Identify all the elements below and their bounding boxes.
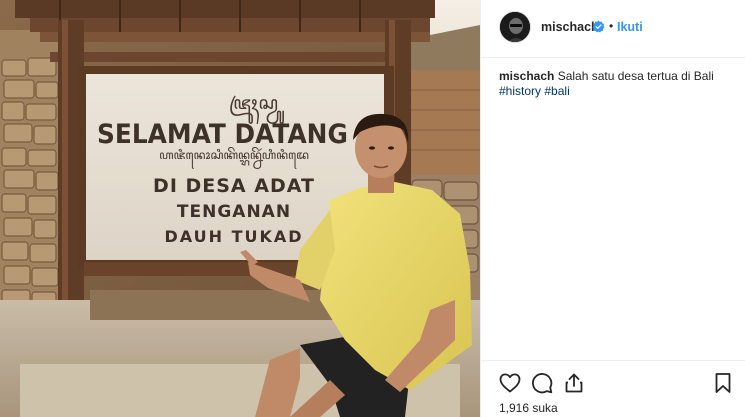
follow-button[interactable]: Ikuti <box>617 20 643 34</box>
post-side-panel: mischach • Ikuti mischach Salah satu des… <box>480 0 745 417</box>
avatar-image <box>500 12 530 42</box>
sign-line-dauh-tukad: DAUH TUKAD <box>164 227 304 246</box>
hashtag-history[interactable]: #history <box>499 84 541 98</box>
welcome-sign: ꦗꦿꦸꦃꦱ꧀ꦮꦸ SELAMAT DATANG ꦲꦗꦶꦤꦺꦴꦱꦶꦏꦼꦤ꧀ꦫꦤ꧀ꦤ… <box>85 78 383 258</box>
author-username[interactable]: mischach <box>541 20 599 34</box>
verified-badge-icon <box>592 20 605 33</box>
caption-text: Salah satu desa tertua di Bali <box>557 69 714 83</box>
heart-icon[interactable] <box>498 371 522 395</box>
share-icon[interactable] <box>562 371 586 395</box>
post-caption: mischach Salah satu desa tertua di Bali <box>499 69 734 84</box>
post-actions-bar: 1,916 suka <box>481 360 745 417</box>
sign-line-tenganan: TENGANAN <box>176 202 292 222</box>
comment-icon[interactable] <box>530 371 554 395</box>
profile-avatar[interactable] <box>499 11 531 43</box>
post-header: mischach • Ikuti <box>481 0 745 58</box>
caption-username[interactable]: mischach <box>499 69 554 83</box>
sign-line-di-desa-adat: DI DESA ADAT <box>153 175 315 197</box>
hashtag-bali[interactable]: #bali <box>544 84 569 98</box>
post-photo[interactable]: ꦗꦿꦸꦃꦱ꧀ꦮꦸ SELAMAT DATANG ꦲꦗꦶꦤꦺꦴꦱꦶꦏꦼꦤ꧀ꦫꦤ꧀ꦤ… <box>0 0 480 417</box>
likes-count[interactable]: 1,916 suka <box>499 401 558 415</box>
bookmark-icon[interactable] <box>711 371 735 395</box>
caption-hashtags: #history #bali <box>499 84 570 98</box>
sign-script-middle: ꦲꦗꦶꦤꦺꦴꦱꦶꦏꦼꦤ꧀ꦫꦤ꧀ꦤꦼꦂꦲꦶꦤꦶꦢꦺ <box>159 148 309 162</box>
header-separator: • <box>609 19 614 33</box>
